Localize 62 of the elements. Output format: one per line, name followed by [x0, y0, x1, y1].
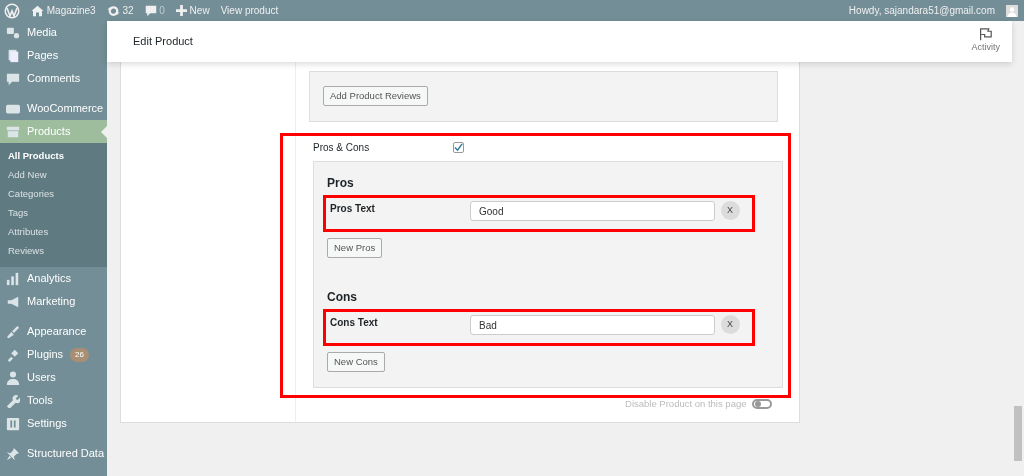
toggle-label: Disable Product on this page: [625, 397, 747, 412]
comment-icon: [6, 71, 20, 86]
activity-button[interactable]: Activity: [971, 28, 1000, 55]
comment-count[interactable]: 0: [159, 3, 165, 18]
sidebar-item[interactable]: Pages: [0, 44, 107, 67]
sidebar-item[interactable]: Comments: [0, 67, 107, 90]
refresh-icon[interactable]: [106, 4, 120, 17]
group-heading: Pros: [327, 175, 355, 193]
logo-icon[interactable]: [4, 2, 20, 19]
wrench-icon: [6, 393, 20, 408]
brush-icon: [6, 324, 20, 339]
submenu-item[interactable]: Attributes: [0, 223, 107, 242]
sidebar-item[interactable]: Appearance: [0, 320, 107, 343]
megaphone-icon: [6, 294, 20, 309]
field-label: Pros & Cons: [313, 141, 371, 156]
sidebar-item[interactable]: Media: [0, 21, 107, 44]
flag-icon: [979, 28, 993, 42]
toggle-switch[interactable]: [752, 399, 772, 410]
add-reviews-button[interactable]: Add Product Reviews: [323, 86, 428, 107]
sidebar-item[interactable]: Settings: [0, 412, 107, 435]
field-label: Cons Text: [330, 316, 379, 331]
text-input[interactable]: Bad: [470, 315, 715, 336]
submenu-item[interactable]: Tags: [0, 204, 107, 223]
sidebar-item[interactable]: Tools: [0, 389, 107, 412]
submenu-item[interactable]: Reviews: [0, 242, 107, 261]
sidebar-item[interactable]: Marketing: [0, 290, 107, 313]
user-icon: [6, 370, 20, 385]
new-link[interactable]: New: [189, 3, 210, 18]
pages-icon: [6, 48, 20, 63]
add-button[interactable]: New Pros: [327, 237, 383, 259]
submenu-item[interactable]: Add New: [0, 166, 107, 185]
add-button[interactable]: New Cons: [327, 351, 385, 373]
plus-icon[interactable]: [175, 5, 187, 16]
sliders-icon: [6, 416, 20, 431]
home-icon[interactable]: [31, 4, 44, 17]
remove-button[interactable]: X: [720, 201, 740, 221]
site-link[interactable]: Magazine3: [46, 3, 96, 18]
update-count[interactable]: 32: [122, 3, 134, 18]
sidebar-item[interactable]: WooCommerce: [0, 97, 107, 120]
page-title: Edit Product: [133, 34, 193, 50]
avatar-icon[interactable]: [1006, 4, 1018, 17]
remove-button[interactable]: X: [720, 315, 740, 335]
submenu-item[interactable]: All Products: [0, 147, 107, 166]
count-badge: 26: [70, 347, 89, 362]
view-product-link[interactable]: View product: [220, 3, 279, 18]
checkbox[interactable]: [453, 142, 464, 154]
field-label: Pros Text: [330, 202, 376, 217]
group-heading: Cons: [327, 289, 358, 307]
pin-icon: [6, 446, 20, 461]
media-icon: [6, 25, 20, 40]
greeting[interactable]: Howdy, sajandara51@gmail.com: [848, 3, 995, 18]
submenu-item[interactable]: Categories: [0, 185, 107, 204]
chart-icon: [6, 271, 20, 286]
sidebar-item[interactable]: Products: [0, 120, 107, 143]
comment-icon[interactable]: [144, 4, 157, 17]
sidebar-item[interactable]: Plugins 26: [0, 343, 107, 366]
sidebar-item[interactable]: Structured Data: [0, 442, 107, 465]
sidebar-item[interactable]: Analytics: [0, 267, 107, 290]
text-input[interactable]: Good: [470, 201, 715, 222]
sidebar-item[interactable]: Users: [0, 366, 107, 389]
archive-icon: [6, 124, 20, 139]
plug-icon: [6, 347, 20, 362]
